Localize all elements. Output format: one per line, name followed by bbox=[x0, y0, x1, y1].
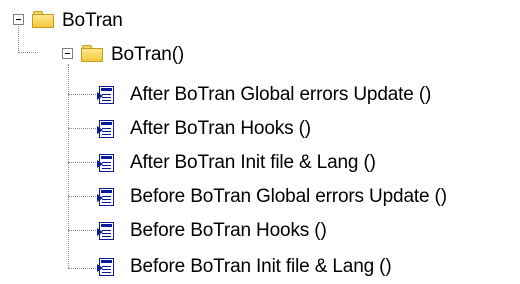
tree-leaf[interactable]: Before BoTran Global errors Update () bbox=[0, 182, 520, 212]
tree-leaf[interactable]: Before BoTran Init file & Lang () bbox=[0, 252, 520, 282]
tree-leaf-label: After BoTran Hooks () bbox=[130, 118, 311, 139]
method-icon bbox=[97, 221, 115, 240]
collapse-toggle[interactable] bbox=[13, 14, 24, 25]
folder-icon bbox=[81, 45, 103, 62]
folder-icon bbox=[32, 11, 54, 28]
tree-leaf[interactable]: After BoTran Init file & Lang () bbox=[0, 148, 520, 178]
tree-node-label: BoTran bbox=[62, 10, 123, 31]
method-icon bbox=[97, 257, 115, 276]
method-icon bbox=[97, 153, 115, 172]
method-icon bbox=[97, 85, 115, 104]
tree-leaf-label: After BoTran Init file & Lang () bbox=[130, 152, 376, 173]
tree-view[interactable]: BoTran BoTran() After BoTran Global erro… bbox=[0, 0, 520, 284]
tree-leaf-label: After BoTran Global errors Update () bbox=[130, 84, 432, 105]
tree-leaf-label: Before BoTran Global errors Update () bbox=[130, 186, 447, 207]
tree-leaf-label: Before BoTran Init file & Lang () bbox=[130, 256, 392, 277]
tree-leaf[interactable]: Before BoTran Hooks () bbox=[0, 216, 520, 246]
collapse-toggle[interactable] bbox=[62, 48, 73, 59]
tree-node-label: BoTran() bbox=[111, 44, 185, 65]
method-icon bbox=[97, 187, 115, 206]
tree-node-root[interactable]: BoTran bbox=[0, 6, 520, 36]
tree-leaf-label: Before BoTran Hooks () bbox=[130, 220, 327, 241]
tree-leaf[interactable]: After BoTran Global errors Update () bbox=[0, 80, 520, 110]
method-icon bbox=[97, 119, 115, 138]
tree-leaf[interactable]: After BoTran Hooks () bbox=[0, 114, 520, 144]
tree-node-child[interactable]: BoTran() bbox=[0, 40, 520, 70]
